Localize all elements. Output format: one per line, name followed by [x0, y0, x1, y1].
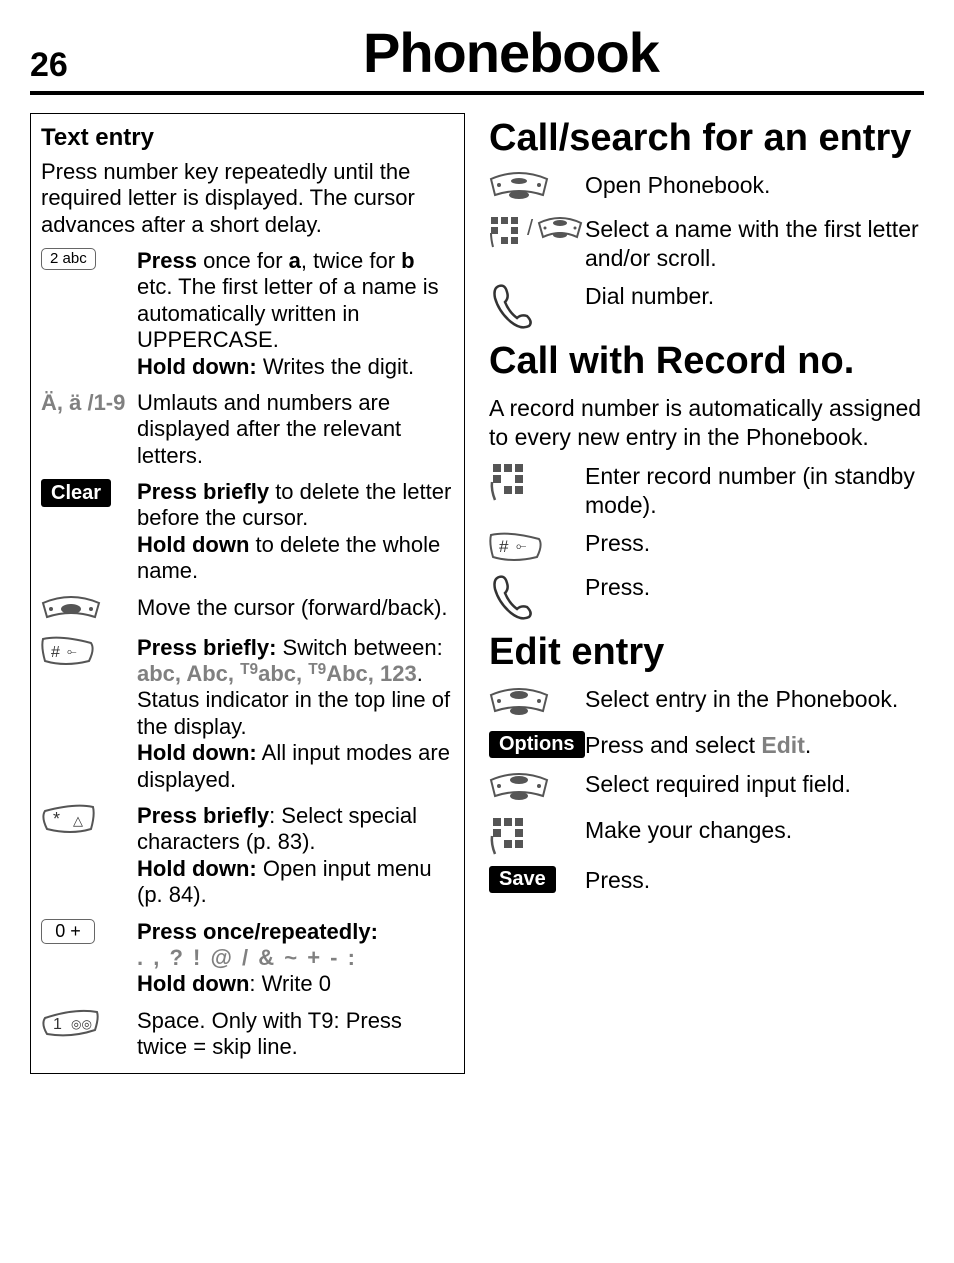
save-button-icon: Save: [489, 866, 556, 893]
rocker-vertical-icon: [489, 770, 549, 806]
svg-text:1: 1: [53, 1016, 62, 1033]
svg-text:◎◎: ◎◎: [71, 1017, 92, 1031]
select-name-text: Select a name with the first letter and/…: [585, 215, 924, 273]
call-icon: [489, 573, 535, 623]
page-number: 26: [30, 46, 98, 85]
text-entry-intro: Press number key repeatedly until the re…: [41, 159, 454, 238]
press-select-edit-text: Press and select Edit.: [585, 731, 924, 760]
one-desc: Space. Only with T9: Press twice = skip …: [137, 1008, 454, 1061]
hash-key-icon: # ⟜: [489, 529, 543, 563]
enter-record-text: Enter record number (in standby mode).: [585, 462, 924, 520]
star-desc: Press briefly: Select special characters…: [137, 803, 454, 909]
rocker-vertical-icon: [537, 215, 583, 245]
page-title: Phonebook: [98, 20, 924, 85]
hash-desc: Press briefly: Switch between: abc, Abc,…: [137, 635, 454, 793]
select-field-text: Select required input field.: [585, 770, 924, 806]
call-icon: [489, 282, 535, 332]
umlaut-desc: Umlauts and numbers are displayed after …: [137, 390, 454, 469]
keypad-icon: [489, 462, 529, 502]
key-1-icon: 1 ◎◎: [41, 1008, 99, 1038]
keypad-icon: [489, 816, 529, 856]
keypad-icon: [489, 215, 523, 249]
umlaut-label: Ä, ä /1-9: [41, 390, 125, 416]
svg-text:⟜: ⟜: [516, 538, 526, 553]
key-2abc-icon: 2 abc: [41, 248, 96, 270]
clear-button-icon: Clear: [41, 479, 111, 507]
make-changes-text: Make your changes.: [585, 816, 924, 856]
key-0plus-icon: 0 +: [41, 919, 95, 945]
rocker-down-icon: [489, 171, 549, 205]
press-hash-text: Press.: [585, 529, 924, 563]
rocker-left-right-icon: [41, 595, 101, 625]
svg-text:△: △: [73, 813, 83, 828]
open-phonebook-text: Open Phonebook.: [585, 171, 924, 205]
hash-key-icon: # ⟜: [41, 635, 95, 667]
select-entry-text: Select entry in the Phonebook.: [585, 685, 924, 721]
call-record-intro: A record number is automatically assigne…: [489, 394, 924, 452]
dial-number-text: Dial number.: [585, 282, 924, 332]
options-button-icon: Options: [489, 731, 585, 758]
press-call-text: Press.: [585, 573, 924, 623]
star-key-icon: * △: [41, 803, 95, 835]
svg-text:⟜: ⟜: [67, 644, 77, 658]
edit-entry-heading: Edit entry: [489, 633, 924, 673]
call-search-heading: Call/search for an entry: [489, 119, 924, 159]
rocker-desc: Move the cursor (forward/back).: [137, 595, 454, 625]
svg-text:*: *: [53, 809, 60, 829]
call-record-heading: Call with Record no.: [489, 342, 924, 382]
svg-text:#: #: [51, 644, 60, 661]
text-entry-heading: Text entry: [41, 124, 454, 153]
svg-text:#: #: [499, 537, 509, 556]
slash-separator: /: [527, 215, 533, 241]
press-save-text: Press.: [585, 866, 924, 895]
zero-desc: Press once/repeatedly: . , ? ! @ / & ~ +…: [137, 919, 454, 998]
rocker-vertical-icon: [489, 685, 549, 721]
key-2abc-desc: Press once for a, twice for b etc. The f…: [137, 248, 454, 380]
clear-desc: Press briefly to delete the letter befor…: [137, 479, 454, 585]
